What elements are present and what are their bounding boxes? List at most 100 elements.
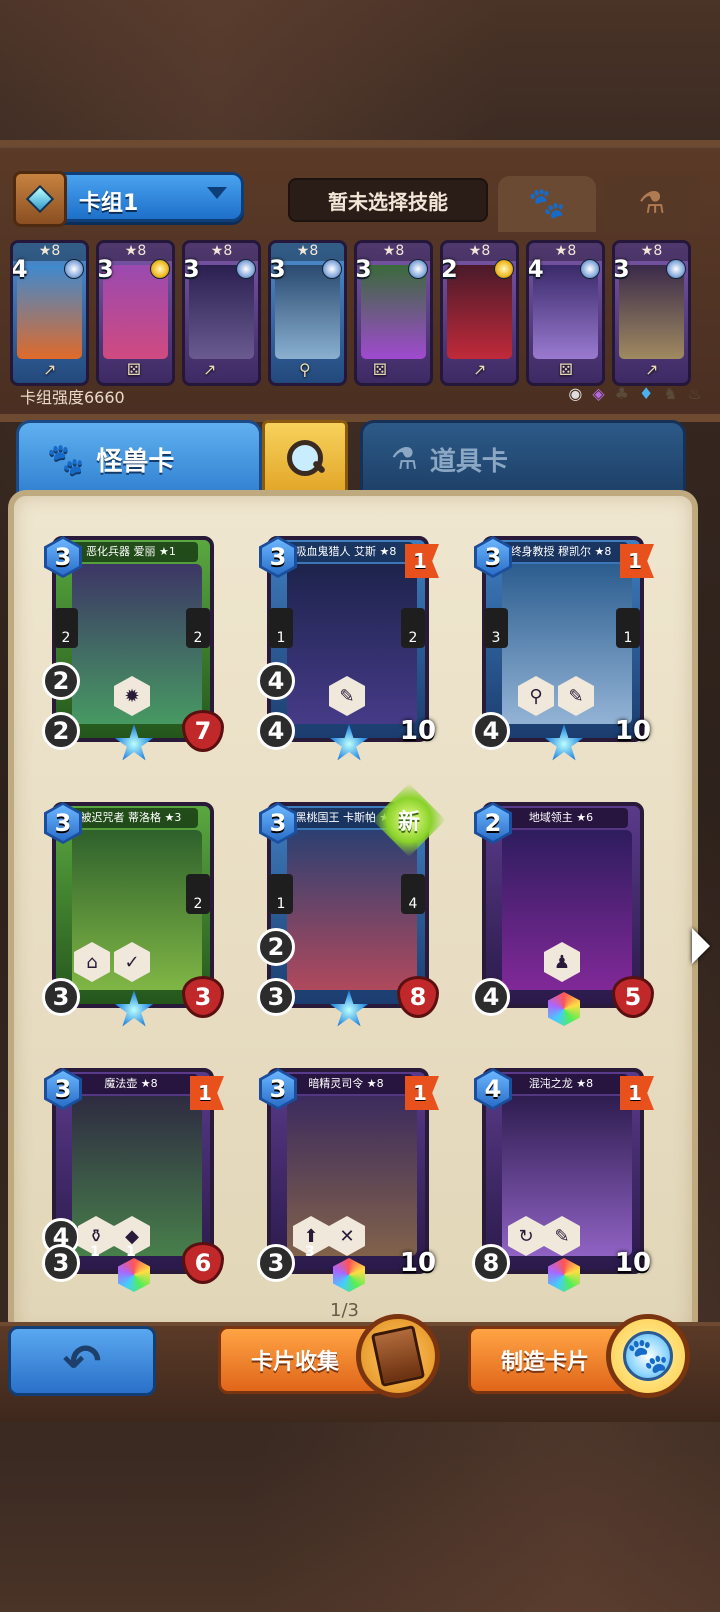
health-stat: 6 [182, 1242, 224, 1284]
card-name: 地域领主 ★6 [494, 808, 628, 828]
card-grid: 恶化兵器 爱丽 ★1 3 2 2 2 2 ✹ 7 吸血鬼猎人 艾斯 ★8 3 1… [42, 536, 660, 1294]
skill-count: 1 [126, 1244, 136, 1260]
flag-badge: 1 [405, 544, 439, 578]
flag-badge: 1 [620, 1076, 654, 1110]
monster-card[interactable]: 黑桃国王 卡斯帕 ★1 3 新 1 4 2 3 8 [257, 783, 446, 1028]
deck-card[interactable]: ★8 3 ⚲ [268, 240, 347, 386]
right-stat: 4 [401, 874, 425, 914]
deck-card[interactable]: ★8 3 ↗ [612, 240, 691, 386]
left-stat: 3 [484, 608, 508, 648]
deck-card[interactable]: ★8 3 ⚄ [96, 240, 175, 386]
deck-book-icon [13, 171, 67, 227]
card-cost: 2 [441, 255, 458, 283]
deck-power: 卡组强度6660 [20, 388, 125, 407]
card-name: 魔法壶 ★8 [64, 1074, 198, 1094]
dice-icon: ⚄ [373, 360, 387, 379]
right-stat: 2 [401, 608, 425, 648]
monster-card[interactable]: 被迟咒者 蒂洛格 ★3 3 2 3 ⌂ ✓ 3 [42, 802, 224, 1028]
health-stat: 7 [182, 710, 224, 752]
next-page-arrow-icon[interactable] [692, 928, 710, 964]
element-gem-icon [408, 259, 428, 279]
flag-badge: 1 [190, 1076, 224, 1110]
tool-icon: ⚲ [299, 360, 311, 379]
card-name: 被迟咒者 蒂洛格 ★3 [64, 808, 198, 828]
flag-badge: 1 [405, 1076, 439, 1110]
skill-count: 3 [305, 1244, 315, 1260]
right-stat: 2 [186, 874, 210, 914]
card-cost: 3 [269, 255, 286, 283]
health-stat: 3 [182, 976, 224, 1018]
skill-select-button[interactable]: 暂未选择技能 [288, 178, 488, 222]
monster-card[interactable]: 终身教授 穆凯尔 ★8 3 1 3 1 4 ⚲ ✎ 10 [472, 536, 660, 762]
tab-monster-cards[interactable]: 🐾 怪兽卡 [16, 420, 262, 496]
tool-stat: 4 [257, 662, 295, 700]
left-stat: 2 [54, 608, 78, 648]
deck-card[interactable]: ★8 4 ↗ [10, 240, 89, 386]
flag-badge: 1 [620, 544, 654, 578]
deck-card[interactable]: ★8 4 ⚄ [526, 240, 605, 386]
search-icon [285, 438, 325, 478]
element-water-icon: ♦ [638, 384, 654, 403]
element-gem-icon [150, 259, 170, 279]
card-name: 终身教授 穆凯尔 ★8 [494, 542, 628, 562]
tab-item-cards[interactable]: ⚗ 道具卡 [360, 420, 686, 496]
left-stat: 1 [269, 608, 293, 648]
deck-card[interactable]: ★8 3 ↗ [182, 240, 261, 386]
card-cost: 3 [355, 255, 372, 283]
right-stat: 1 [616, 608, 640, 648]
page-indicator: 1/3 [330, 1300, 359, 1321]
deck-dropdown[interactable]: 卡组1 [13, 171, 244, 227]
right-stat: 2 [186, 608, 210, 648]
left-stat: 1 [269, 874, 293, 914]
health-stat: 10 [391, 1242, 445, 1286]
monster-card[interactable]: 恶化兵器 爱丽 ★1 3 2 2 2 2 ✹ 7 [42, 536, 224, 762]
tool-icon: ↗ [43, 360, 57, 379]
monster-card[interactable]: 混沌之龙 ★8 4 1 8 ↻ ✎ 10 [472, 1068, 660, 1294]
craft-potion-icon[interactable]: 🐾 [606, 1314, 690, 1398]
potion-icon: ⚗ [638, 186, 666, 221]
health-stat: 5 [612, 976, 654, 1018]
attack-stat: 2 [42, 712, 80, 750]
tool-icon: ↗ [473, 360, 487, 379]
tab-label: 道具卡 [429, 447, 508, 477]
card-name: 吸血鬼猎人 艾斯 ★8 [279, 542, 413, 562]
deck-card[interactable]: ★8 2 ↗ [440, 240, 519, 386]
element-dark-icon: ◈ [592, 384, 605, 403]
attack-stat: 4 [472, 978, 510, 1016]
card-collection-icon[interactable] [356, 1314, 440, 1398]
card-name: 恶化兵器 爱丽 ★1 [64, 542, 198, 562]
attack-stat: 3 [257, 1244, 295, 1282]
health-stat: 8 [397, 976, 439, 1018]
skill-count: 1 [90, 1244, 100, 1260]
chevron-down-icon [207, 187, 227, 199]
monster-card[interactable]: 魔法壶 ★8 3 1 4 3 ⚱ 1 ◆ 1 6 [42, 1068, 224, 1294]
dice-icon: ⚄ [127, 360, 141, 379]
deck-name: 卡组1 [79, 191, 139, 216]
monster-card[interactable]: 暗精灵司令 ★8 3 1 3 ⬆ 3 ✕ 10 [257, 1068, 445, 1294]
potion-icon: ⚗ [391, 442, 418, 477]
deck-card[interactable]: ★8 3 ⚄ [354, 240, 433, 386]
paw-icon: 🐾 [528, 186, 566, 221]
attack-stat: 8 [472, 1244, 510, 1282]
element-gem-icon [666, 259, 686, 279]
search-button[interactable] [262, 420, 348, 496]
monster-card[interactable]: 地域领主 ★6 2 4 ♟ 5 [472, 802, 654, 1028]
tool-stat: 2 [257, 928, 295, 966]
back-arrow-icon: ↶ [62, 1334, 102, 1388]
card-cost: 4 [527, 255, 544, 283]
back-button[interactable]: ↶ [8, 1326, 156, 1396]
tab-label: 怪兽卡 [96, 447, 175, 477]
attack-stat: 3 [257, 978, 295, 1016]
element-summary: ◉ ◈ ♣ ♦ ♞ ♨ [568, 384, 702, 403]
element-beast-icon: ♞ [663, 384, 678, 403]
element-neutral-icon: ◉ [568, 384, 583, 403]
tool-icon: ↗ [203, 360, 217, 379]
tab-monster-filter[interactable]: 🐾 [498, 176, 596, 232]
card-cost: 3 [183, 255, 200, 283]
tab-item-filter[interactable]: ⚗ [603, 176, 701, 232]
card-name: 混沌之龙 ★8 [494, 1074, 628, 1094]
monster-card[interactable]: 吸血鬼猎人 艾斯 ★8 3 1 1 2 4 4 ✎ 10 [257, 536, 445, 762]
element-gem-icon [64, 259, 84, 279]
health-stat: 10 [391, 710, 445, 754]
card-name: 暗精灵司令 ★8 [279, 1074, 413, 1094]
